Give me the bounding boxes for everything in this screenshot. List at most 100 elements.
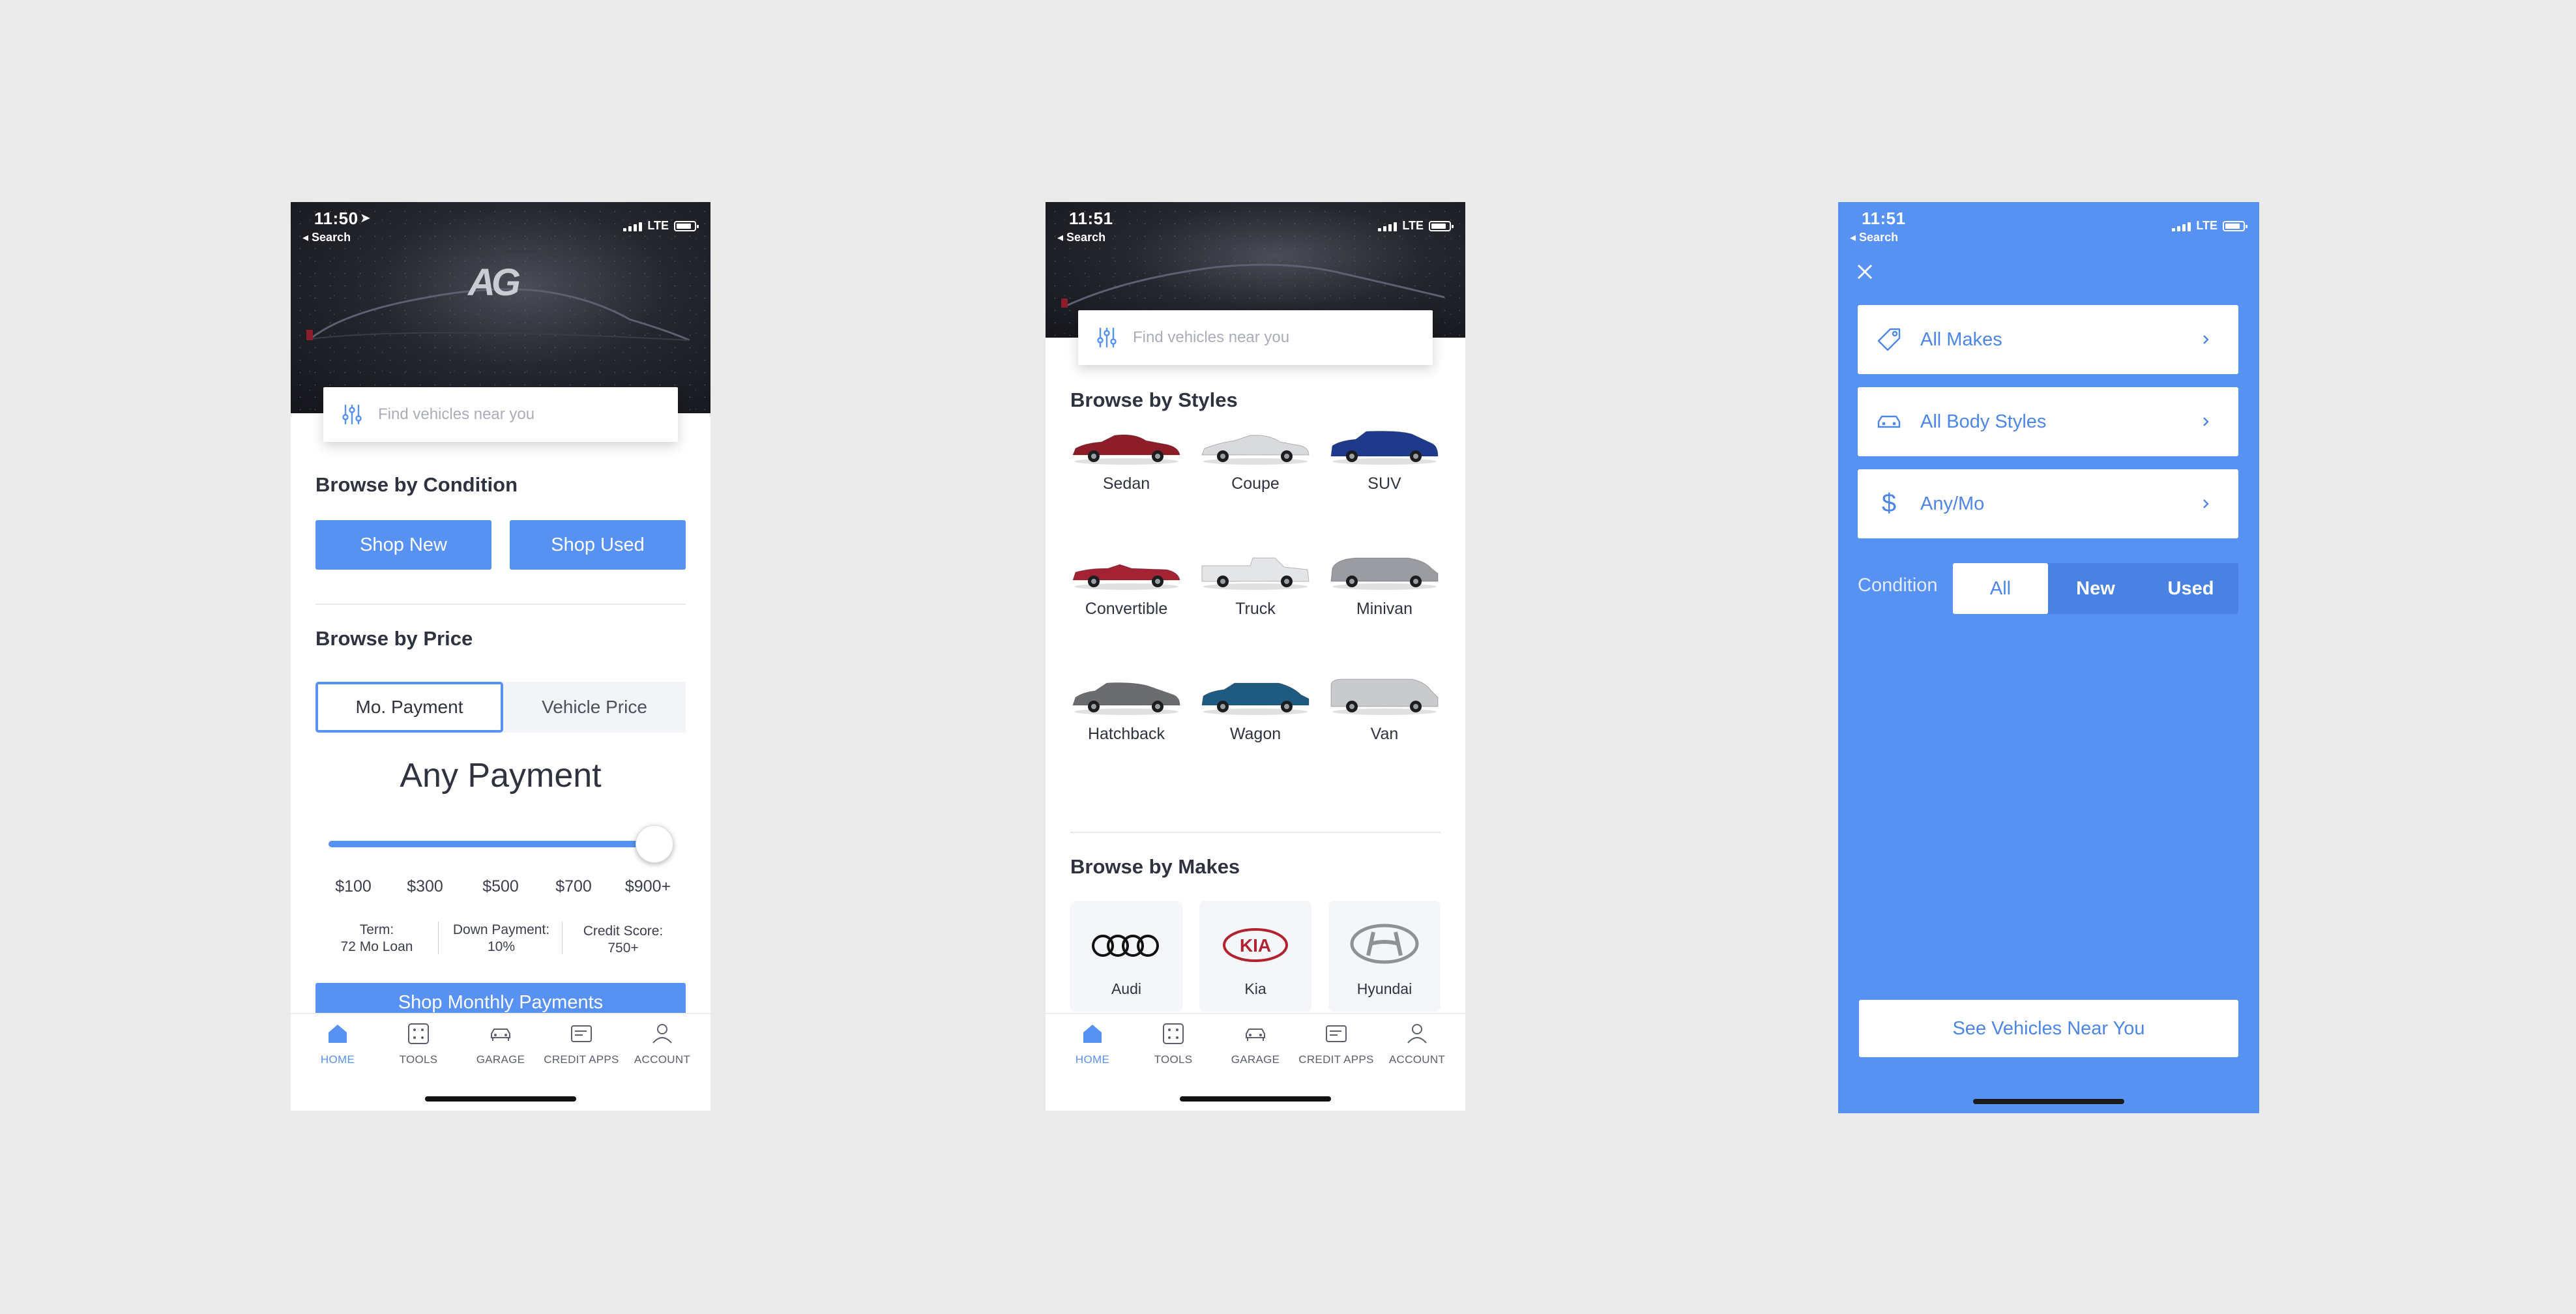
garage-icon (1246, 1029, 1265, 1041)
filter-sliders-icon (1097, 327, 1117, 348)
account-icon (652, 1024, 672, 1044)
tools-icon (1163, 1023, 1184, 1044)
audi-rings-icon (1092, 935, 1159, 957)
make-card-audi[interactable]: Audi (1070, 901, 1182, 1012)
payment-slider-handle[interactable] (636, 825, 673, 863)
see-vehicles-button[interactable]: See Vehicles Near You (1859, 1000, 2238, 1057)
dollar-icon: $ (1882, 489, 1896, 518)
chevron-right-icon (2203, 499, 2209, 508)
make-card-kia[interactable]: KIA Kia (1199, 901, 1311, 1012)
credit-apps-icon (571, 1025, 592, 1042)
search-placeholder: Find vehicles near you (378, 405, 535, 423)
condition-option-all[interactable]: All (1953, 563, 2048, 614)
style-label: SUV (1368, 474, 1401, 493)
car-image (1072, 682, 1180, 715)
condition-toggle: All New Used (1953, 563, 2238, 614)
style-option-truck[interactable]: Truck (1197, 551, 1314, 619)
tab-tools[interactable]: TOOLS (1133, 1021, 1214, 1066)
tab-credit-apps[interactable]: CREDIT APPS (541, 1021, 622, 1066)
tab-garage[interactable]: GARAGE (460, 1021, 541, 1066)
style-option-suv[interactable]: SUV (1326, 426, 1443, 493)
credit-score-label: Credit Score: (583, 924, 664, 939)
down-payment-info: Down Payment: 10% (439, 922, 563, 956)
account-icon (1407, 1024, 1427, 1044)
condition-option-new[interactable]: New (2048, 563, 2143, 614)
condition-option-used[interactable]: Used (2143, 563, 2238, 614)
clock: 11:50 (314, 209, 359, 228)
style-option-convertible[interactable]: Convertible (1068, 551, 1185, 619)
tab-garage[interactable]: GARAGE (1215, 1021, 1296, 1066)
tab-label: CREDIT APPS (1298, 1053, 1374, 1066)
filter-label: Any/Mo (1920, 493, 1985, 514)
back-to-search-link[interactable]: ◂ Search (1057, 231, 1105, 244)
style-option-hatchback[interactable]: Hatchback (1068, 677, 1185, 744)
make-label: Hyundai (1356, 980, 1412, 997)
divider (562, 922, 563, 954)
vehicle-search-box[interactable]: Find vehicles near you (1078, 310, 1433, 365)
slider-tick: $500 (482, 877, 519, 896)
tab-tools[interactable]: TOOLS (378, 1021, 459, 1066)
style-label: Minivan (1356, 600, 1413, 618)
style-label: Sedan (1102, 474, 1150, 493)
tab-account[interactable]: ACCOUNT (622, 1021, 703, 1066)
back-to-search-link[interactable]: ◂ Search (1850, 231, 1898, 244)
clock: 11:51 (1862, 209, 1906, 228)
car-image (1330, 431, 1439, 465)
filter-row-payment[interactable]: $ Any/Mo (1858, 469, 2238, 538)
styles-section-title: Browse by Styles (1070, 388, 1238, 411)
car-image (1330, 557, 1439, 590)
make-card-hyundai[interactable]: Hyundai (1328, 901, 1441, 1012)
style-option-wagon[interactable]: Wagon (1197, 677, 1314, 744)
style-label: Wagon (1229, 725, 1281, 743)
garage-icon (491, 1029, 510, 1041)
tab-account[interactable]: ACCOUNT (1377, 1021, 1457, 1066)
tab-monthly-payment[interactable]: Mo. Payment (315, 682, 503, 733)
style-option-coupe[interactable]: Coupe (1197, 426, 1314, 493)
status-indicators: LTE (2172, 219, 2247, 233)
tab-label: HOME (320, 1053, 355, 1066)
car-image (1201, 682, 1310, 715)
home-indicator (1973, 1099, 2124, 1104)
filter-row-makes[interactable]: All Makes (1858, 305, 2238, 374)
signal-icon (2172, 221, 2191, 231)
slider-tick: $900+ (624, 877, 671, 896)
style-option-sedan[interactable]: Sedan (1068, 426, 1185, 493)
search-placeholder: Find vehicles near you (1133, 328, 1290, 346)
filter-row-body-styles[interactable]: All Body Styles (1858, 387, 2238, 456)
down-payment-label: Down Payment: (452, 922, 550, 937)
filter-label: All Makes (1920, 328, 2002, 350)
tab-home[interactable]: HOME (1052, 1021, 1133, 1066)
clock: 11:51 (1069, 209, 1113, 228)
price-section-title: Browse by Price (315, 627, 473, 650)
svg-text:$: $ (1882, 489, 1896, 518)
vehicle-search-box[interactable]: Find vehicles near you (323, 387, 678, 442)
tab-label: ACCOUNT (634, 1053, 691, 1066)
close-icon[interactable] (1855, 262, 1875, 282)
payment-slider-track[interactable] (329, 841, 654, 847)
shop-new-button[interactable]: Shop New (315, 520, 491, 570)
style-label: Convertible (1085, 600, 1168, 618)
network-label: LTE (647, 219, 669, 232)
tab-label: TOOLS (399, 1053, 438, 1066)
shop-used-button[interactable]: Shop Used (510, 520, 686, 570)
home-icon (1083, 1025, 1102, 1043)
make-label: Audi (1111, 980, 1142, 997)
condition-label: Condition (1858, 575, 1938, 596)
filter-screen: 11:51 ◂ Search LTE All Makes All Body St… (1838, 202, 2259, 1113)
battery-icon (1429, 220, 1454, 231)
style-label: Coupe (1231, 474, 1280, 493)
style-option-minivan[interactable]: Minivan (1326, 551, 1443, 619)
filter-sliders-icon (342, 404, 362, 425)
tab-label: CREDIT APPS (544, 1053, 619, 1066)
tab-vehicle-price[interactable]: Vehicle Price (503, 682, 686, 733)
tab-home[interactable]: HOME (297, 1021, 378, 1066)
battery-icon (674, 220, 699, 231)
status-indicators: LTE (1378, 219, 1454, 233)
status-bar: 11:50 ➤ ◂ Search LTE (291, 202, 710, 248)
home-indicator (425, 1096, 576, 1102)
back-to-search-link[interactable]: ◂ Search (302, 231, 351, 244)
tab-credit-apps[interactable]: CREDIT APPS (1296, 1021, 1377, 1066)
style-option-van[interactable]: Van (1326, 677, 1443, 744)
tab-label: GARAGE (1231, 1053, 1280, 1066)
divider (1070, 832, 1441, 833)
